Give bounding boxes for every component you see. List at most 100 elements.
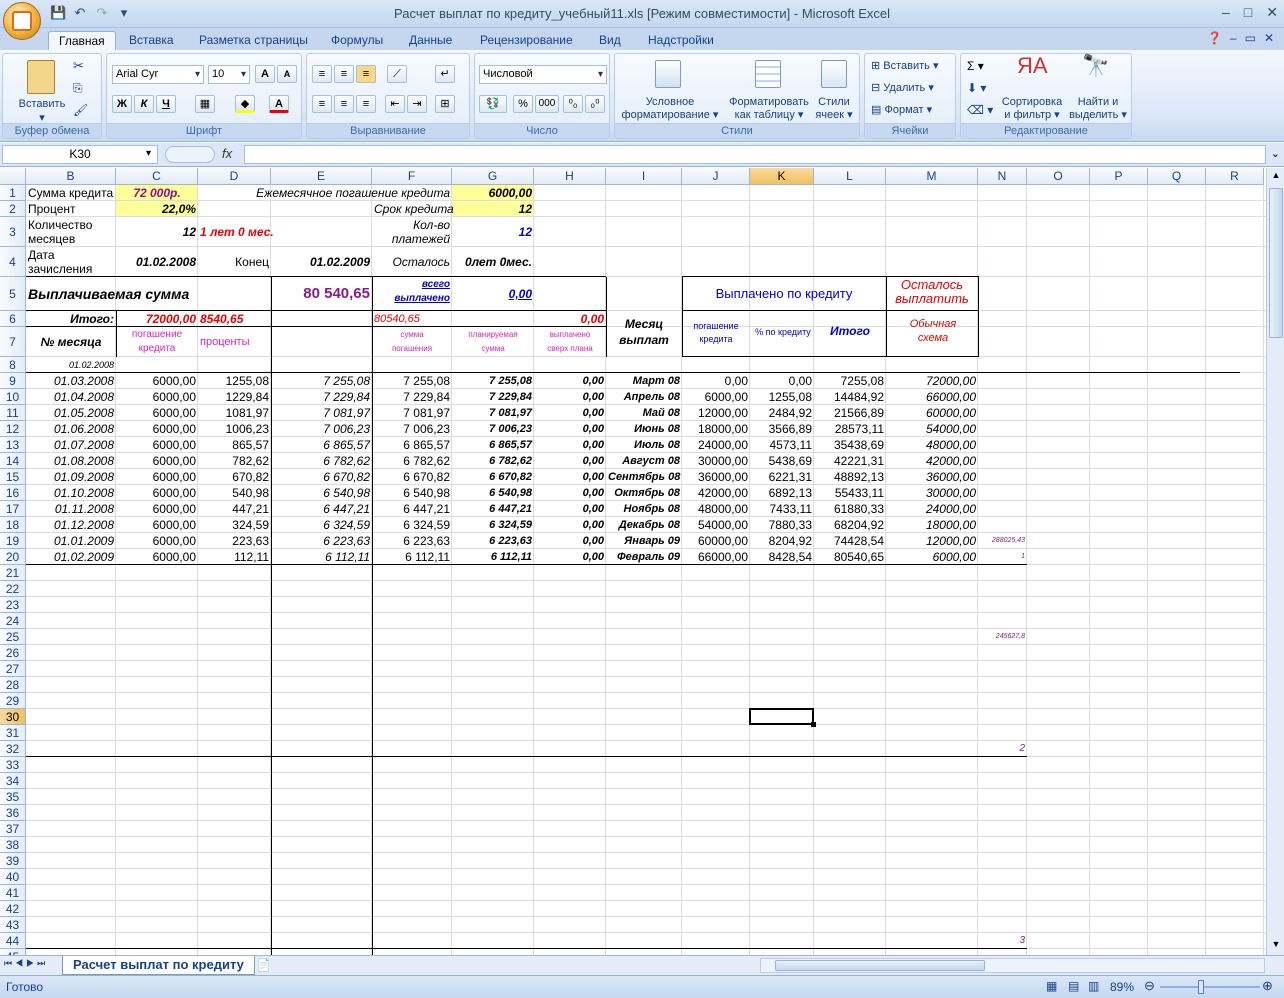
delete-cells-button[interactable]: ⊟ Удалить ▾ [871,82,934,94]
clear-icon[interactable]: ⌫ ▾ [967,104,993,116]
formula-input[interactable] [244,145,1266,164]
row-header-16[interactable]: 16 [0,485,26,501]
fill-color-icon[interactable]: ◆ [235,95,255,113]
row-header-29[interactable]: 29 [0,693,26,709]
row-header-12[interactable]: 12 [0,421,26,437]
font-name-combo[interactable]: Arial Cyr [112,65,204,84]
select-all-corner[interactable] [0,168,26,185]
number-format-combo[interactable]: Числовой [479,65,607,84]
name-box-dropdown-icon[interactable]: ▾ [146,148,151,159]
row-header-7[interactable]: 7 [0,327,26,357]
currency-icon[interactable]: 💱 [479,95,507,113]
row-header-30[interactable]: 30 [0,709,26,725]
format-as-table-label-2[interactable]: как таблицу ▾ [721,109,817,121]
row-header-32[interactable]: 32 [0,741,26,757]
horizontal-scrollbar[interactable] [760,958,1265,973]
row-header-13[interactable]: 13 [0,437,26,453]
name-box[interactable]: K30 [2,145,158,164]
zoom-slider-thumb[interactable] [1198,980,1204,994]
column-header-d[interactable]: D [198,168,271,185]
sort-filter-label-1[interactable]: Сортировка [995,96,1069,108]
row-header-4[interactable]: 4 [0,247,26,277]
thousands-button[interactable]: 000 [535,95,559,113]
column-header-h[interactable]: H [534,168,606,185]
paste-icon[interactable] [27,60,55,94]
shrink-font-icon[interactable]: A [277,65,297,83]
sort-filter-icon[interactable]: ЯA [1017,55,1048,77]
conditional-formatting-label-2[interactable]: форматирование ▾ [615,109,725,121]
ribbon-restore-icon[interactable]: ▭ [1245,31,1256,45]
row-header-38[interactable]: 38 [0,837,26,853]
align-top-icon[interactable]: ≡ [312,65,332,83]
insert-function-button[interactable]: fx [222,146,232,161]
insert-cells-button[interactable]: ⊞ Вставить ▾ [871,60,939,72]
row-header-35[interactable]: 35 [0,789,26,805]
worksheet-grid[interactable]: B C D E F G H I J K L M N O P Q R 1 2 3 4 5 6 7 8 9 10 11 12 13 14 15 16… [0,168,1266,955]
decrease-indent-icon[interactable]: ⇤ [385,95,405,113]
tab-home[interactable]: Главная [48,31,116,50]
row-header-18[interactable]: 18 [0,517,26,533]
column-header-g[interactable]: G [452,168,534,185]
tab-page-layout[interactable]: Разметка страницы [189,31,318,50]
column-header-m[interactable]: M [886,168,978,185]
row-header-40[interactable]: 40 [0,869,26,885]
sheet-nav-icons[interactable]: ⏮◀▶⏭ [4,958,48,969]
format-as-table-label-1[interactable]: Форматировать [721,96,817,108]
column-header-o[interactable]: O [1027,168,1090,185]
merge-center-icon[interactable]: ⊞ [435,95,455,113]
row-header-33[interactable]: 33 [0,757,26,773]
row-header-3[interactable]: 3 [0,217,26,247]
row-header-23[interactable]: 23 [0,597,26,613]
row-header-19[interactable]: 19 [0,533,26,549]
active-cell-k30[interactable] [749,708,814,725]
increase-indent-icon[interactable]: ⇥ [407,95,427,113]
decrease-decimal-icon[interactable]: ₀⁰ [585,95,605,113]
maximize-button[interactable]: □ [1244,4,1252,21]
row-header-9[interactable]: 9 [0,373,26,389]
column-header-q[interactable]: Q [1148,168,1206,185]
column-header-f[interactable]: F [372,168,452,185]
align-right-icon[interactable]: ≡ [356,95,376,113]
orientation-icon[interactable]: ⟋ [387,65,407,83]
row-header-37[interactable]: 37 [0,821,26,837]
row-header-6[interactable]: 6 [0,311,26,327]
row-header-14[interactable]: 14 [0,453,26,469]
expand-formula-bar-icon[interactable]: ⌄ [1271,147,1280,160]
cell-styles-label-2[interactable]: ячеек ▾ [811,109,857,121]
formula-bar-resize-handle[interactable] [165,146,215,163]
find-select-label-1[interactable]: Найти и [1067,96,1129,108]
tab-data[interactable]: Данные [399,31,462,50]
page-break-view-icon[interactable]: ▥ [1088,979,1099,993]
tab-insert[interactable]: Вставка [119,31,184,50]
row-header-36[interactable]: 36 [0,805,26,821]
font-size-combo[interactable]: 10 [208,65,250,84]
copy-icon[interactable]: ⎘ [73,82,83,94]
scroll-down-icon[interactable]: ▼ [1269,939,1283,953]
column-header-i[interactable]: I [606,168,682,185]
vertical-scrollbar[interactable]: ▲ ▼ [1266,168,1284,955]
increase-decimal-icon[interactable]: ⁰₀ [563,95,583,113]
row-header-34[interactable]: 34 [0,773,26,789]
row-header-11[interactable]: 11 [0,405,26,421]
borders-icon[interactable]: ▦ [195,95,215,113]
find-select-icon[interactable]: 🔭 [1081,55,1111,77]
tab-formulas[interactable]: Формулы [321,31,393,50]
row-header-43[interactable]: 43 [0,917,26,933]
zoom-slider[interactable] [1160,986,1260,988]
row-header-28[interactable]: 28 [0,677,26,693]
tab-addins[interactable]: Надстройки [638,31,724,50]
row-header-20[interactable]: 20 [0,549,26,565]
row-header-5[interactable]: 5 [0,277,26,311]
column-header-c[interactable]: C [116,168,198,185]
row-header-44[interactable]: 44 [0,933,26,949]
align-left-icon[interactable]: ≡ [312,95,332,113]
zoom-out-icon[interactable]: ⊖ [1144,978,1155,994]
column-header-b[interactable]: B [26,168,116,185]
row-header-15[interactable]: 15 [0,469,26,485]
scroll-up-icon[interactable]: ▲ [1269,170,1283,184]
row-header-22[interactable]: 22 [0,581,26,597]
close-button[interactable]: ✕ [1266,4,1278,21]
bold-button[interactable]: Ж [112,95,132,113]
row-header-26[interactable]: 26 [0,645,26,661]
ribbon-minimize-icon[interactable]: – [1230,31,1237,45]
